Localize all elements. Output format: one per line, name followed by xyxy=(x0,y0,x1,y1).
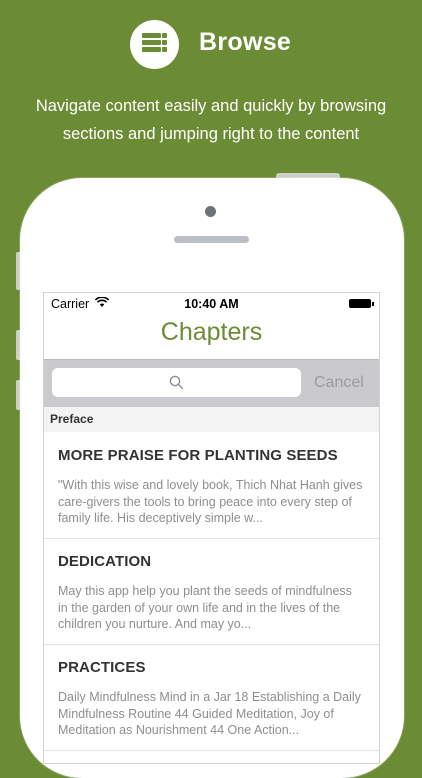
hero-subtitle: Navigate content easily and quickly by b… xyxy=(0,92,422,148)
status-time: 10:40 AM xyxy=(184,297,239,311)
chapter-excerpt: May this app help you plant the seeds of… xyxy=(58,584,352,631)
chapter-row[interactable]: DEDICATION May this app help you plant t… xyxy=(44,539,379,645)
search-icon xyxy=(169,375,184,390)
hero-subtitle-line-2: sections and jumping right to the conten… xyxy=(62,125,360,143)
search-bar: Cancel xyxy=(44,359,379,408)
browse-list-icon xyxy=(130,20,179,69)
battery-icon xyxy=(349,299,374,308)
hero-title: Browse xyxy=(199,28,292,56)
phone-camera xyxy=(205,206,216,217)
chapter-title: DEDICATION xyxy=(58,553,152,570)
chapter-row[interactable]: PRACTICES Daily Mindfulness Mind in a Ja… xyxy=(44,645,379,751)
phone-speaker xyxy=(174,236,249,243)
status-bar: Carrier 10:40 AM xyxy=(44,293,379,315)
section-header-label: Preface xyxy=(50,412,94,426)
chapter-excerpt: Daily Mindfulness Mind in a Jar 18 Estab… xyxy=(58,690,361,737)
hero-subtitle-line-1: Navigate content easily and quickly by b… xyxy=(35,97,387,115)
app-screen: Carrier 10:40 AM Chapters Cancel Preface… xyxy=(43,292,380,764)
chapter-excerpt: "With this wise and lovely book, Thich N… xyxy=(58,478,363,525)
chapter-row[interactable]: MORE PRAISE FOR PLANTING SEEDS "With thi… xyxy=(44,433,379,539)
chapter-title: MORE PRAISE FOR PLANTING SEEDS xyxy=(58,447,338,464)
cancel-button[interactable]: Cancel xyxy=(314,374,364,392)
search-input[interactable] xyxy=(52,368,301,397)
section-header: Preface xyxy=(44,407,379,432)
chapter-title: PRACTICES xyxy=(58,659,146,676)
list-icon xyxy=(142,33,167,52)
page-title: Chapters xyxy=(160,318,263,346)
